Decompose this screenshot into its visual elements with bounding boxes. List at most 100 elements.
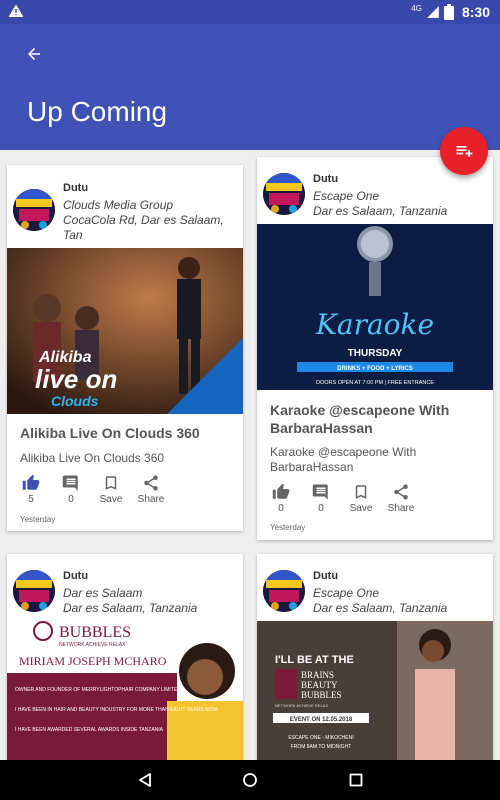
signal-icon xyxy=(427,6,439,18)
action-bar: 5 0 Save Share xyxy=(11,474,171,505)
save-button[interactable]: Save xyxy=(91,474,131,505)
share-label: Share xyxy=(137,494,165,505)
square-recents-icon xyxy=(349,773,363,787)
image-bio-3: I HAVE BEEN AWARDED SEVERAL AWARDS INSID… xyxy=(15,727,164,733)
event-image-art: Karaoke THURSDAY DRINKS + FOOD + LYRICS … xyxy=(257,224,493,390)
system-navigation-bar xyxy=(0,760,500,800)
posted-time: Yesterday xyxy=(270,523,306,532)
card-venue: Escape One xyxy=(313,189,380,203)
bookmark-icon xyxy=(355,485,367,499)
image-bio-2: I HAVE BEEN IN HAIR AND BEAUTY INDUSTRY … xyxy=(15,707,218,713)
comment-button[interactable]: 0 xyxy=(51,474,91,505)
save-label: Save xyxy=(349,503,373,514)
add-to-playlist-button[interactable] xyxy=(440,127,488,175)
card-address: Dar es Salaam, Tanzania xyxy=(63,601,198,615)
avatar[interactable] xyxy=(263,173,305,215)
card-address: CocaCola Rd, Dar es Salaam, Tan xyxy=(63,213,224,242)
card-address: Dar es Salaam, Tanzania xyxy=(313,204,448,218)
nav-back-button[interactable] xyxy=(133,768,157,792)
image-brand-3: BUBBLES xyxy=(301,690,342,700)
battery-icon xyxy=(443,4,454,20)
card-user-name[interactable]: Dutu xyxy=(313,570,338,582)
event-image[interactable]: I'LL BE AT THE BRAINS BEAUTY BUBBLES NET… xyxy=(257,621,493,760)
image-heading: Karaoke xyxy=(315,308,434,341)
circle-home-icon xyxy=(243,773,257,787)
image-event-date: EVENT ON 12.05.2018 xyxy=(290,717,353,723)
avatar-image xyxy=(13,189,55,231)
comment-icon xyxy=(312,484,328,500)
comment-icon xyxy=(62,475,78,491)
save-button[interactable]: Save xyxy=(341,483,381,514)
share-icon xyxy=(394,484,408,500)
image-brand: BUBBLES xyxy=(59,624,131,641)
back-button[interactable] xyxy=(16,36,52,72)
image-brand-1: BRAINS xyxy=(301,670,334,680)
image-brand-2: BEAUTY xyxy=(301,680,338,690)
avatar[interactable] xyxy=(13,570,55,612)
comment-button[interactable]: 0 xyxy=(301,483,341,514)
playlist-add-icon xyxy=(456,146,473,157)
share-button[interactable]: Share xyxy=(131,474,171,505)
event-description: Alikiba Live On Clouds 360 xyxy=(20,451,165,465)
image-brand-sub: NETWORK ACHIEVE RELAX xyxy=(59,642,126,648)
event-image[interactable]: BUBBLES NETWORK ACHIEVE RELAX MIRIAM JOS… xyxy=(7,621,243,760)
card-user-name[interactable]: Dutu xyxy=(63,570,88,582)
nav-home-button[interactable] xyxy=(238,768,262,792)
share-icon xyxy=(144,475,158,491)
avatar-image xyxy=(13,570,55,612)
app-bar: Up Coming xyxy=(0,24,500,150)
posted-time: Yesterday xyxy=(20,515,56,524)
image-place: ESCAPE ONE - MIKOCHENI xyxy=(288,735,353,741)
image-hours: FROM 8AM TO MIDNIGHT xyxy=(291,744,352,750)
card-user-name[interactable]: Dutu xyxy=(313,173,338,185)
thumb-up-icon xyxy=(22,474,40,490)
card-venue: Escape One xyxy=(313,586,380,600)
like-button[interactable]: 5 xyxy=(11,474,51,505)
image-tags: DRINKS + FOOD + LYRICS xyxy=(337,366,412,372)
avatar[interactable] xyxy=(13,189,55,231)
event-description: Karaoke @escapeone With BarbaraHassan xyxy=(270,445,417,474)
card-user-name[interactable]: Dutu xyxy=(63,182,88,194)
page-title: Up Coming xyxy=(27,96,168,127)
comment-count: 0 xyxy=(68,494,74,505)
thumb-up-icon xyxy=(272,483,290,499)
share-label: Share xyxy=(387,503,415,514)
action-bar: 0 0 Save Share xyxy=(261,483,421,514)
nav-recents-button[interactable] xyxy=(344,768,368,792)
event-card[interactable]: Dutu Dar es Salaam Dar es Salaam, Tanzan… xyxy=(7,554,243,760)
status-bar: 4G 8:30 xyxy=(0,0,500,24)
card-address: Dar es Salaam, Tanzania xyxy=(313,601,448,615)
event-image-art: I'LL BE AT THE BRAINS BEAUTY BUBBLES NET… xyxy=(257,621,493,760)
image-subheading: THURSDAY xyxy=(348,348,403,359)
image-brand-sub: NETWORK ACHIEVE RELAX xyxy=(275,703,328,708)
like-count: 5 xyxy=(28,494,34,505)
share-button[interactable]: Share xyxy=(381,483,421,514)
event-title[interactable]: Karaoke @escapeone With BarbaraHassan xyxy=(270,401,486,437)
warning-icon xyxy=(8,4,24,17)
image-bio-1: OWNER AND FOUNDER OF MERRYLIGHTOPHAIR CO… xyxy=(15,687,182,693)
event-image-art: BUBBLES NETWORK ACHIEVE RELAX MIRIAM JOS… xyxy=(7,621,243,760)
card-venue: Dar es Salaam xyxy=(63,586,143,600)
avatar[interactable] xyxy=(263,570,305,612)
event-card[interactable]: Dutu Escape One Dar es Salaam, Tanzania … xyxy=(257,554,493,760)
event-title[interactable]: Alikiba Live On Clouds 360 xyxy=(20,424,236,442)
image-line2: live on xyxy=(35,364,117,394)
like-button[interactable]: 0 xyxy=(261,483,301,514)
network-type: 4G xyxy=(411,3,422,13)
event-card[interactable]: Dutu Clouds Media Group CocaCola Rd, Dar… xyxy=(7,165,243,531)
card-venue: Clouds Media Group xyxy=(63,198,174,212)
save-label: Save xyxy=(99,494,123,505)
image-footer: DOORS OPEN AT 7:00 PM | FREE ENTRANCE xyxy=(316,380,434,386)
image-line3: Clouds xyxy=(51,393,99,409)
event-card[interactable]: Dutu Escape One Dar es Salaam, Tanzania … xyxy=(257,157,493,540)
like-count: 0 xyxy=(278,503,284,514)
image-name: MIRIAM JOSEPH MCHARO xyxy=(19,654,167,668)
arrow-back-icon xyxy=(28,48,40,60)
comment-count: 0 xyxy=(318,503,324,514)
event-image[interactable]: Alikiba live on Clouds xyxy=(7,248,243,414)
clock: 8:30 xyxy=(461,4,490,20)
bookmark-icon xyxy=(105,476,117,490)
event-image[interactable]: Karaoke THURSDAY DRINKS + FOOD + LYRICS … xyxy=(257,224,493,390)
image-line1: I'LL BE AT THE xyxy=(275,654,354,666)
triangle-back-icon xyxy=(139,773,151,787)
